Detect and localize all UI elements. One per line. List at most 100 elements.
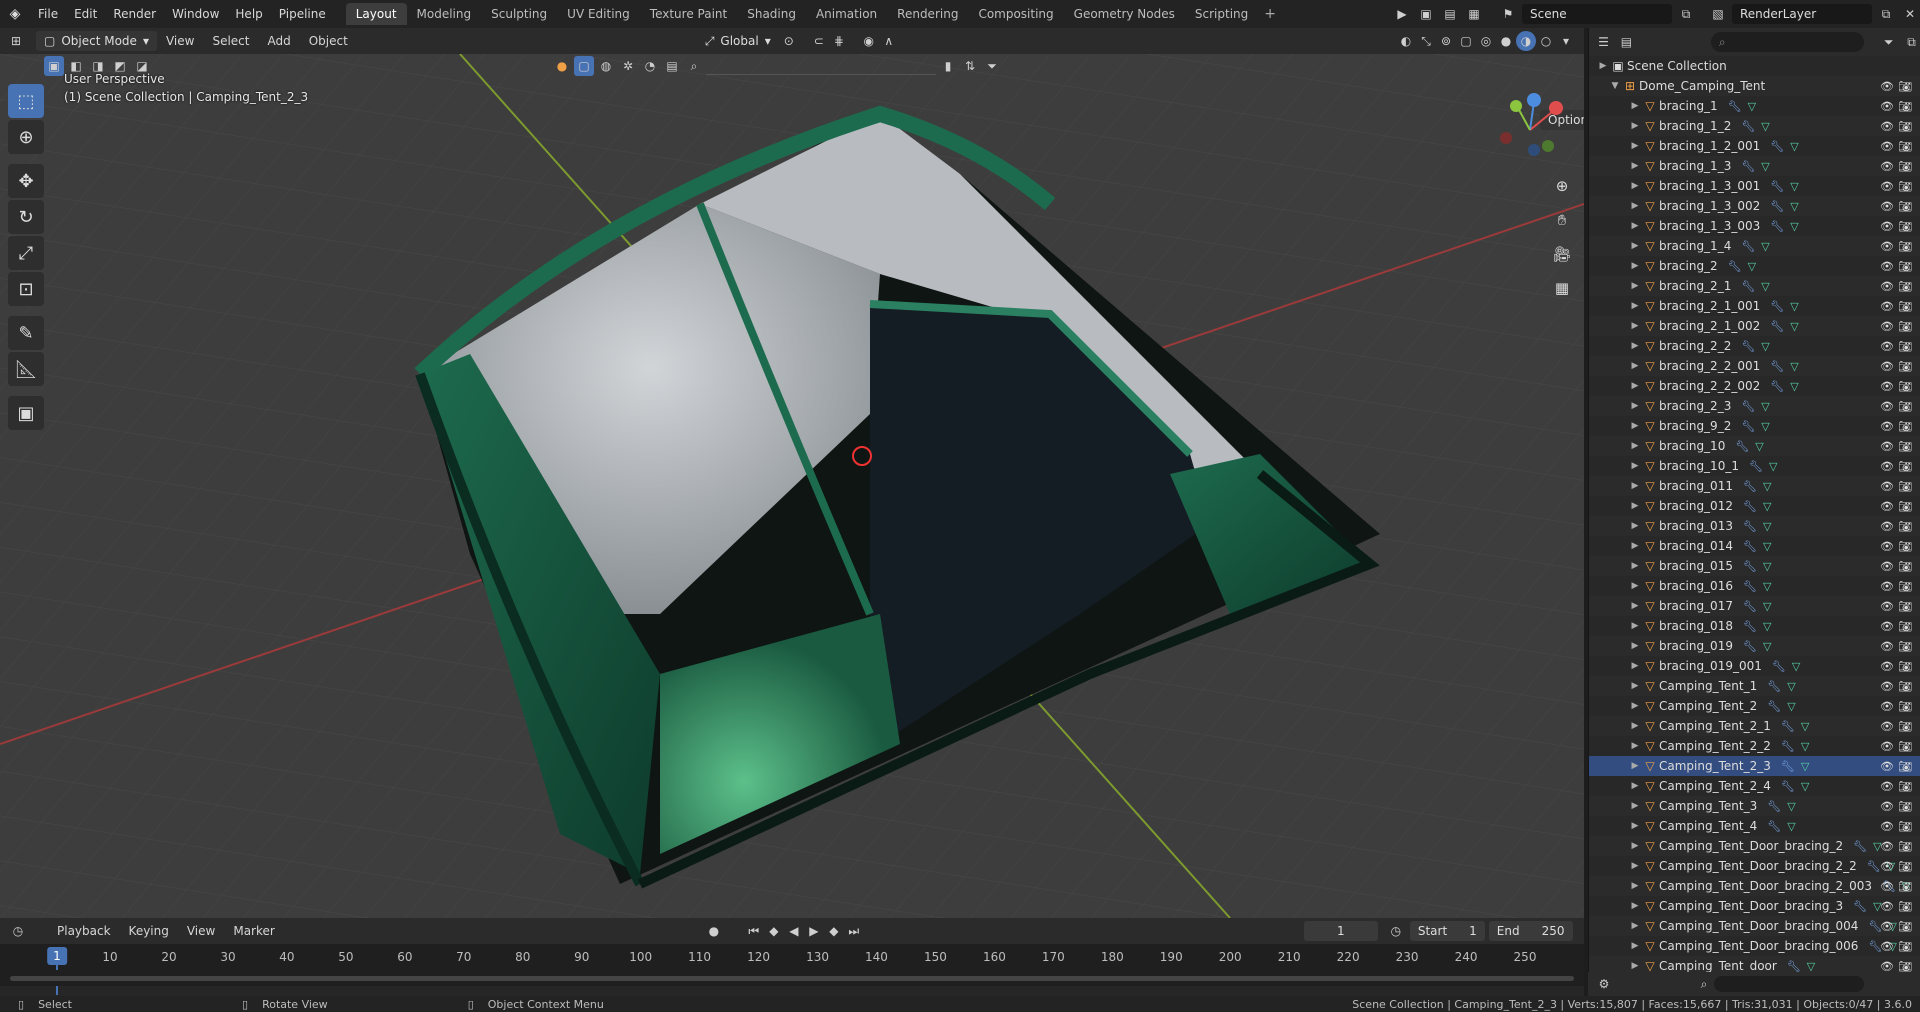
filter-light-icon[interactable]: ✲ [618, 56, 638, 76]
mesh-data-icon[interactable]: ▽ [1748, 100, 1756, 113]
outliner-scene-collection[interactable]: ▶ ▣ Scene Collection [1589, 56, 1920, 76]
outliner-item[interactable]: ▶ ▽ bracing_2 🔧︎ ▽ 👁︎ 📷︎ [1589, 256, 1920, 276]
expand-closed-icon[interactable]: ▶ [1629, 741, 1641, 751]
outliner-item[interactable]: ▶ ▽ bracing_1_3 🔧︎ ▽ 👁︎ 📷︎ [1589, 156, 1920, 176]
mesh-data-icon[interactable]: ▽ [1787, 800, 1795, 813]
outliner-editor-type-icon[interactable]: ☰ [1595, 32, 1612, 52]
outliner-search-input[interactable]: ⌕ [1710, 32, 1865, 52]
mesh-data-icon[interactable]: ▽ [1763, 500, 1771, 513]
wireframe-shading-icon[interactable]: ◎ [1476, 31, 1496, 51]
mesh-data-icon[interactable]: ▽ [1790, 140, 1798, 153]
select-tool-icon[interactable]: ⬚ [8, 84, 44, 118]
outliner-item[interactable]: ▶ ▽ bracing_2_1 🔧︎ ▽ 👁︎ 📷︎ [1589, 276, 1920, 296]
properties-search-input[interactable] [1714, 976, 1864, 992]
modifier-wrench-icon[interactable]: 🔧︎ [1853, 840, 1867, 853]
modifier-wrench-icon[interactable]: 🔧︎ [1741, 340, 1755, 353]
gizmo-icon[interactable]: ⤡ [1416, 31, 1436, 51]
menu-edit[interactable]: Edit [66, 0, 105, 28]
expand-closed-icon[interactable]: ▶ [1629, 261, 1641, 271]
modifier-wrench-icon[interactable]: 🔧︎ [1743, 500, 1757, 513]
render-camera-icon[interactable]: 📷︎ [1898, 160, 1912, 173]
filter-material-icon[interactable]: ◍ [596, 56, 616, 76]
outliner-item[interactable]: ▶ ▽ Camping_Tent_2_1 🔧︎ ▽ 👁︎ 📷︎ [1589, 716, 1920, 736]
filter-funnel-icon[interactable]: ⏷ [982, 56, 1002, 76]
visibility-eye-icon[interactable]: 👁︎ [1880, 920, 1894, 933]
modifier-wrench-icon[interactable]: 🔧︎ [1741, 420, 1755, 433]
outliner-item[interactable]: ▶ ▽ Camping_Tent_1 🔧︎ ▽ 👁︎ 📷︎ [1589, 676, 1920, 696]
modifier-wrench-icon[interactable]: 🔧︎ [1743, 600, 1757, 613]
blender-logo-icon[interactable]: ◈ [0, 6, 30, 22]
mesh-data-icon[interactable]: ▽ [1792, 660, 1800, 673]
render-camera-icon[interactable]: 📷︎ [1898, 440, 1912, 453]
end-frame-field[interactable]: End 250 [1488, 921, 1573, 941]
render-camera-icon[interactable]: 📷︎ [1898, 860, 1912, 873]
visibility-eye-icon[interactable]: 👁︎ [1880, 720, 1894, 733]
modifier-wrench-icon[interactable]: 🔧︎ [1749, 460, 1763, 473]
mesh-data-icon[interactable]: ▽ [1761, 420, 1769, 433]
render-camera-icon[interactable]: 📷︎ [1898, 340, 1912, 353]
render-camera-icon[interactable]: 📷︎ [1898, 760, 1912, 773]
pivot-icon[interactable]: ⊙ [779, 31, 799, 51]
visibility-eye-icon[interactable]: 👁︎ [1880, 340, 1894, 353]
render-camera-icon[interactable]: 📷︎ [1898, 720, 1912, 733]
outliner-item[interactable]: ▶ ▽ Camping_Tent_Door_bracing_006 🔧︎ ▽ 👁︎ 📷︎ [1589, 936, 1920, 956]
camera-view-icon[interactable]: 🎥︎ [1548, 240, 1576, 268]
expand-closed-icon[interactable]: ▶ [1629, 861, 1641, 871]
outliner-item[interactable]: ▶ ▽ Camping_Tent_Door_bracing_2_2 🔧︎ ▽ 👁︎ 📷︎ [1589, 856, 1920, 876]
outliner-item[interactable]: ▶ ▽ bracing_2_2 🔧︎ ▽ 👁︎ 📷︎ [1589, 336, 1920, 356]
tab-texture-paint[interactable]: Texture Paint [640, 3, 737, 25]
outliner-item[interactable]: ▶ ▽ Camping_Tent_2 🔧︎ ▽ 👁︎ 📷︎ [1589, 696, 1920, 716]
expand-closed-icon[interactable]: ▶ [1629, 281, 1641, 291]
ortho-grid-icon[interactable]: ▦ [1548, 274, 1576, 302]
select-box-intersect-icon[interactable]: ◪ [132, 56, 152, 76]
folder-icon[interactable]: ▦ [1464, 4, 1484, 24]
modifier-wrench-icon[interactable]: 🔧︎ [1741, 240, 1755, 253]
visibility-eye-icon[interactable]: 👁︎ [1880, 600, 1894, 613]
mesh-data-icon[interactable]: ▽ [1787, 700, 1795, 713]
mesh-data-icon[interactable]: ▽ [1755, 440, 1763, 453]
transform-tool-icon[interactable]: ⊡ [8, 272, 44, 306]
outliner-item[interactable]: ▶ ▽ Camping_Tent_2_2 🔧︎ ▽ 👁︎ 📷︎ [1589, 736, 1920, 756]
outliner-item[interactable]: ▶ ▽ bracing_016 🔧︎ ▽ 👁︎ 📷︎ [1589, 576, 1920, 596]
visibility-eye-icon[interactable]: 👁︎ [1880, 120, 1894, 133]
outliner-item[interactable]: ▶ ▽ bracing_011 🔧︎ ▽ 👁︎ 📷︎ [1589, 476, 1920, 496]
tab-compositing[interactable]: Compositing [968, 3, 1063, 25]
move-tool-icon[interactable]: ✥ [8, 164, 44, 198]
modifier-wrench-icon[interactable]: 🔧︎ [1781, 760, 1795, 773]
expand-closed-icon[interactable]: ▶ [1629, 141, 1641, 151]
modifier-wrench-icon[interactable]: 🔧︎ [1853, 900, 1867, 913]
mesh-data-icon[interactable]: ▽ [1769, 460, 1777, 473]
filter-world-icon[interactable]: ◔ [640, 56, 660, 76]
render-camera-icon[interactable]: 📷︎ [1898, 280, 1912, 293]
outliner-filter-icon[interactable]: ⏷ [1880, 32, 1897, 52]
visibility-eye-icon[interactable]: 👁︎ [1880, 960, 1894, 973]
visibility-eye-icon[interactable]: 👁︎ [1880, 700, 1894, 713]
render-camera-icon[interactable]: 📷︎ [1898, 880, 1912, 893]
properties-editor-type-icon[interactable]: ⚙ [1594, 974, 1614, 994]
proportional-edit-icon[interactable]: ◉ [859, 31, 879, 51]
timeline-menu-keying[interactable]: Keying [120, 924, 178, 938]
navigation-gizmo[interactable] [1490, 90, 1570, 170]
select-box-invert-icon[interactable]: ◩ [110, 56, 130, 76]
render-camera-icon[interactable]: 📷︎ [1898, 660, 1912, 673]
render-camera-icon[interactable]: 📷︎ [1898, 320, 1912, 333]
expand-closed-icon[interactable]: ▶ [1629, 881, 1641, 891]
remove-view-layer-icon[interactable]: ✕ [1900, 4, 1920, 24]
visibility-eye-icon[interactable]: 👁︎ [1880, 480, 1894, 493]
expand-open-icon[interactable]: ▼ [1609, 81, 1621, 91]
modifier-wrench-icon[interactable]: 🔧︎ [1770, 140, 1784, 153]
outliner-item[interactable]: ▶ ▽ bracing_019_001 🔧︎ ▽ 👁︎ 📷︎ [1589, 656, 1920, 676]
timeline-editor-type-icon[interactable]: ◷ [8, 921, 28, 941]
snap-target-icon[interactable]: ⋕ [829, 31, 849, 51]
tab-layout[interactable]: Layout [345, 3, 407, 25]
bookmark-icon[interactable]: ▮ [938, 56, 958, 76]
render-camera-icon[interactable]: 📷︎ [1898, 200, 1912, 213]
viewport-menu-object[interactable]: Object [300, 34, 357, 48]
jump-keyframe-back-icon[interactable]: ◆ [764, 921, 784, 941]
render-camera-icon[interactable]: 📷︎ [1898, 740, 1912, 753]
view-layer-icon[interactable]: ▧ [1708, 4, 1728, 24]
expand-closed-icon[interactable]: ▶ [1597, 61, 1609, 71]
modifier-wrench-icon[interactable]: 🔧︎ [1743, 560, 1757, 573]
timeline-menu-playback[interactable]: Playback [48, 924, 120, 938]
render-camera-icon[interactable]: 📷︎ [1898, 100, 1912, 113]
